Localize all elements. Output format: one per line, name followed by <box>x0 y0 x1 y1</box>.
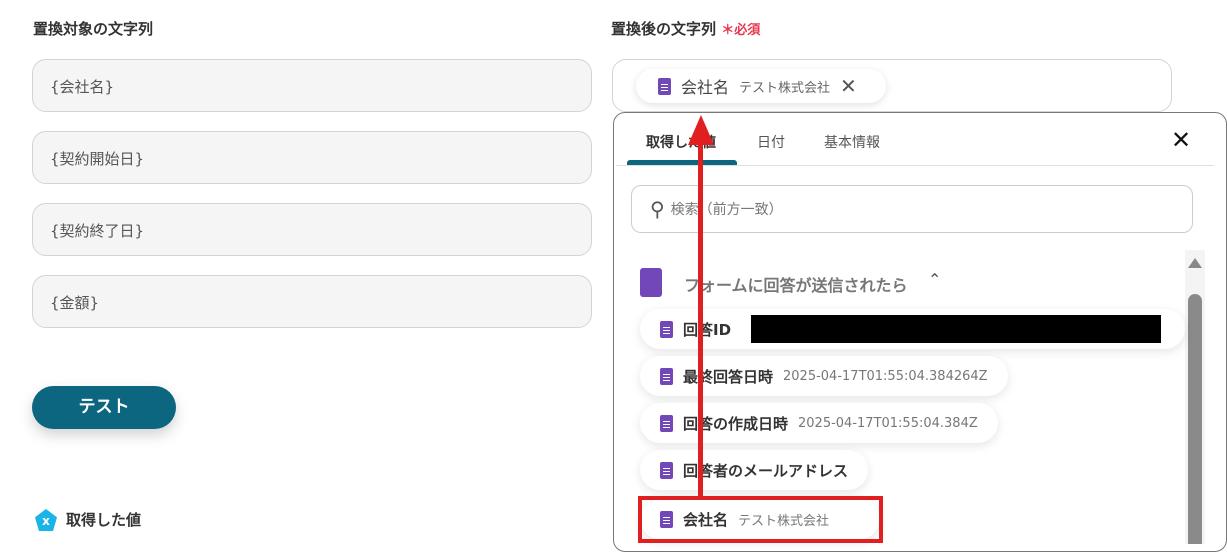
item-key: 回答者のメールアドレス <box>683 461 849 480</box>
arrow-shaft <box>698 140 703 498</box>
required-badge: ＊必須 <box>721 23 761 38</box>
source-field-2[interactable]: {契約開始日} <box>32 131 592 184</box>
forms-icon <box>660 367 673 385</box>
tab-date[interactable]: 日付 <box>757 132 785 152</box>
highlight-box <box>638 496 883 543</box>
variable-icon: x <box>35 509 57 531</box>
forms-icon <box>660 461 673 479</box>
list-item[interactable]: 回答者のメールアドレス <box>640 450 869 490</box>
group-header[interactable]: フォームに回答が送信されたら <box>684 272 908 296</box>
search-input[interactable]: ⚲ 検索（前方一致） <box>631 185 1193 233</box>
retrieved-values-label: 取得した値 <box>66 511 142 529</box>
close-icon[interactable]: ✕ <box>1171 126 1191 154</box>
list-item[interactable]: 回答の作成日時 2025-04-17T01:55:04.384Z <box>640 403 998 443</box>
scrollbar-thumb[interactable] <box>1188 294 1202 544</box>
source-field-3[interactable]: {契約終了日} <box>32 203 592 256</box>
forms-icon <box>658 77 671 95</box>
test-button[interactable]: テスト <box>32 386 176 429</box>
tabs-divider <box>616 165 1214 166</box>
item-value: 2025-04-17T01:55:04.384264Z <box>783 368 988 384</box>
chip-key: 会社名 <box>681 78 730 97</box>
search-icon: ⚲ <box>650 197 665 221</box>
source-field-4[interactable]: {金額} <box>32 275 592 328</box>
list-item[interactable]: 回答ID <box>640 309 1185 349</box>
forms-group-icon <box>640 268 662 297</box>
chip-remove-icon[interactable]: ✕ <box>840 74 857 98</box>
target-label: 置換後の文字列 ＊必須 <box>611 20 761 38</box>
chevron-up-icon[interactable]: ⌃ <box>928 270 941 289</box>
tab-basic-info[interactable]: 基本情報 <box>824 132 880 152</box>
source-label: 置換対象の文字列 <box>33 20 154 38</box>
arrow-head-icon <box>688 115 714 145</box>
chip-value: テスト株式会社 <box>739 80 831 96</box>
forms-icon <box>660 414 673 432</box>
list-item[interactable]: 最終回答日時 2025-04-17T01:55:04.384264Z <box>640 356 1008 396</box>
forms-icon <box>660 320 673 338</box>
search-placeholder: 検索（前方一致） <box>670 202 783 218</box>
redacted-value <box>751 315 1162 343</box>
item-value: 2025-04-17T01:55:04.384Z <box>798 415 978 431</box>
value-chip: 会社名 テスト株式会社 ✕ <box>636 69 886 103</box>
scroll-up-icon[interactable] <box>1188 258 1202 268</box>
source-field-1[interactable]: {会社名} <box>32 59 592 112</box>
item-key: 回答ID <box>683 320 732 339</box>
item-key: 最終回答日時 <box>683 367 774 386</box>
